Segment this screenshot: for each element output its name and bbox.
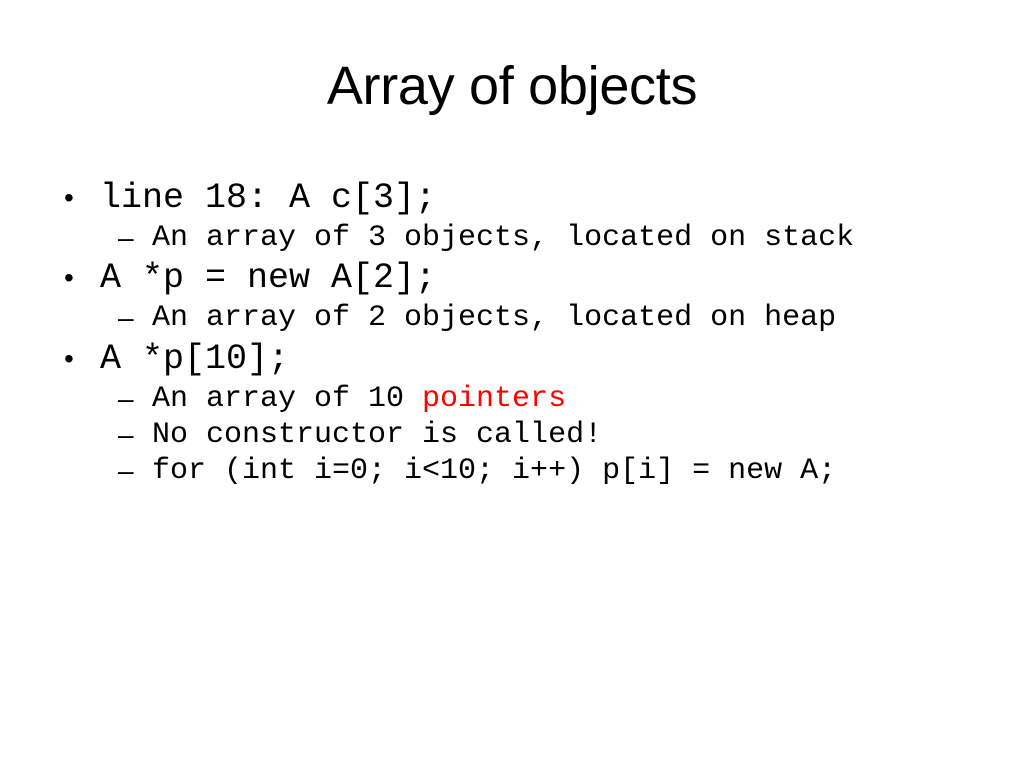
sub-bullet-text: An array of 2 objects, located on heap [152,301,837,336]
bullet-item: • A *p[10]; – An array of 10 pointers – … [56,337,956,490]
bullet-dot-icon: • [64,182,74,213]
sub-bullet-list: – An array of 10 pointers – No construct… [100,381,956,490]
dash-marker-icon: – [118,419,134,451]
dash-marker-icon: – [118,302,134,334]
bullet-item: • A *p = new A[2]; – An array of 2 objec… [56,256,956,336]
bullet-text: line 18: A c[3]; [100,178,437,218]
dash-marker-icon: – [118,222,134,254]
sub-bullet-item: – An array of 3 objects, located on stac… [112,220,956,256]
sub-bullet-text: An array of 10 pointers [152,381,942,417]
page-title: Array of objects [326,56,698,116]
sub-bullet-text-highlight: pointers [422,381,567,416]
sub-bullet-list: – An array of 3 objects, located on stac… [100,220,956,256]
bullet-list: • line 18: A c[3]; – An array of 3 objec… [56,176,956,490]
sub-bullet-item: – An array of 10 pointers [112,381,956,417]
slide-body: • line 18: A c[3]; – An array of 3 objec… [56,176,956,490]
sub-bullet-text: for (int i=0; i<10; i++) p[i] = new A; [152,454,837,489]
sub-bullet-list: – An array of 2 objects, located on heap [100,300,956,336]
sub-bullet-item: – An array of 2 objects, located on heap [112,300,956,336]
sub-bullet-item: – for (int i=0; i<10; i++) p[i] = new A; [112,453,956,489]
bullet-text: A *p = new A[2]; [100,258,437,299]
sub-bullet-item: – No constructor is called! [112,417,956,453]
slide: Array of objects • line 18: A c[3]; – An… [0,0,1024,768]
bullet-dot-icon: • [64,342,74,374]
bullet-item: • line 18: A c[3]; – An array of 3 objec… [56,176,956,256]
bullet-text: A *p[10]; [100,338,290,379]
bullet-dot-icon: • [64,262,74,294]
sub-bullet-text: An array of 3 objects, located on stack [152,221,855,256]
sub-bullet-text: No constructor is called! [152,418,603,453]
dash-marker-icon: – [118,382,134,414]
sub-bullet-text-plain: An array of 10 [152,381,423,416]
dash-marker-icon: – [118,455,134,487]
